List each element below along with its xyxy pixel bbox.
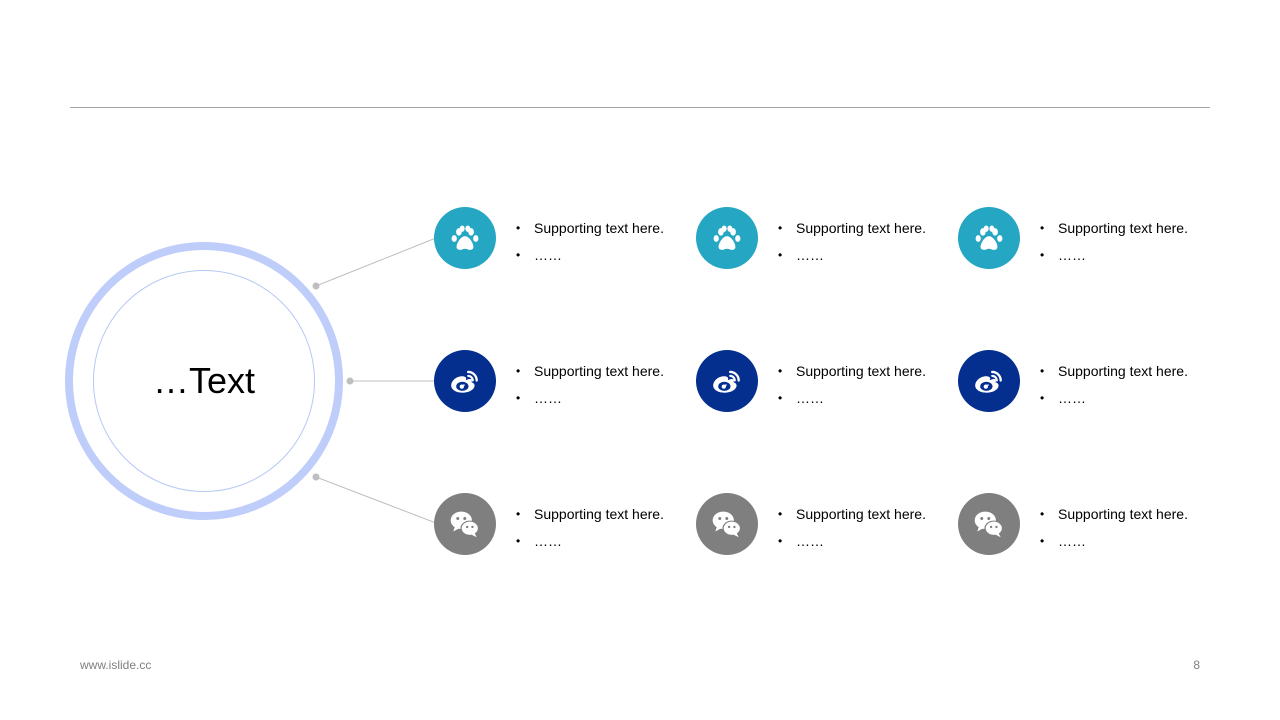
bullet-text: …… [1036, 385, 1188, 412]
weibo-icon [434, 350, 496, 412]
feature-item: Supporting text here. …… [696, 350, 946, 412]
bullet-text: Supporting text here. [1036, 501, 1188, 528]
feature-item: Supporting text here. …… [696, 207, 946, 269]
wechat-icon [434, 493, 496, 555]
page-number: 8 [1193, 658, 1200, 672]
bullet-text: …… [774, 528, 926, 555]
bullet-text: …… [774, 242, 926, 269]
bullet-text: Supporting text here. [512, 501, 664, 528]
feature-item: Supporting text here. …… [434, 207, 684, 269]
feature-item: Supporting text here. …… [958, 207, 1208, 269]
paw-icon [434, 207, 496, 269]
bullet-text: Supporting text here. [774, 215, 926, 242]
bullet-text: …… [774, 385, 926, 412]
bullet-text: Supporting text here. [774, 501, 926, 528]
bullet-text: Supporting text here. [774, 358, 926, 385]
footer-url[interactable]: www.islide.cc [80, 658, 151, 672]
weibo-icon [958, 350, 1020, 412]
bullet-text: Supporting text here. [1036, 358, 1188, 385]
feature-item: Supporting text here. …… [958, 350, 1208, 412]
feature-item: Supporting text here. …… [958, 493, 1208, 555]
feature-item: Supporting text here. …… [696, 493, 946, 555]
paw-icon [958, 207, 1020, 269]
bullet-text: …… [512, 528, 664, 555]
connector-line-bottom [315, 476, 437, 524]
feature-item: Supporting text here. …… [434, 493, 684, 555]
wechat-icon [696, 493, 758, 555]
bullet-text: …… [512, 242, 664, 269]
connector-dot-bottom [312, 473, 320, 481]
weibo-icon [696, 350, 758, 412]
bullet-text: …… [512, 385, 664, 412]
connector-line-top [315, 237, 437, 287]
center-title: …Text [152, 360, 256, 401]
wechat-icon [958, 493, 1020, 555]
feature-item: Supporting text here. …… [434, 350, 684, 412]
bullet-text: Supporting text here. [512, 358, 664, 385]
bullet-text: Supporting text here. [512, 215, 664, 242]
bullet-text: Supporting text here. [1036, 215, 1188, 242]
connector-dot-top [312, 282, 320, 290]
bullet-text: …… [1036, 242, 1188, 269]
connector-dot-middle [346, 377, 354, 385]
paw-icon [696, 207, 758, 269]
bullet-text: …… [1036, 528, 1188, 555]
